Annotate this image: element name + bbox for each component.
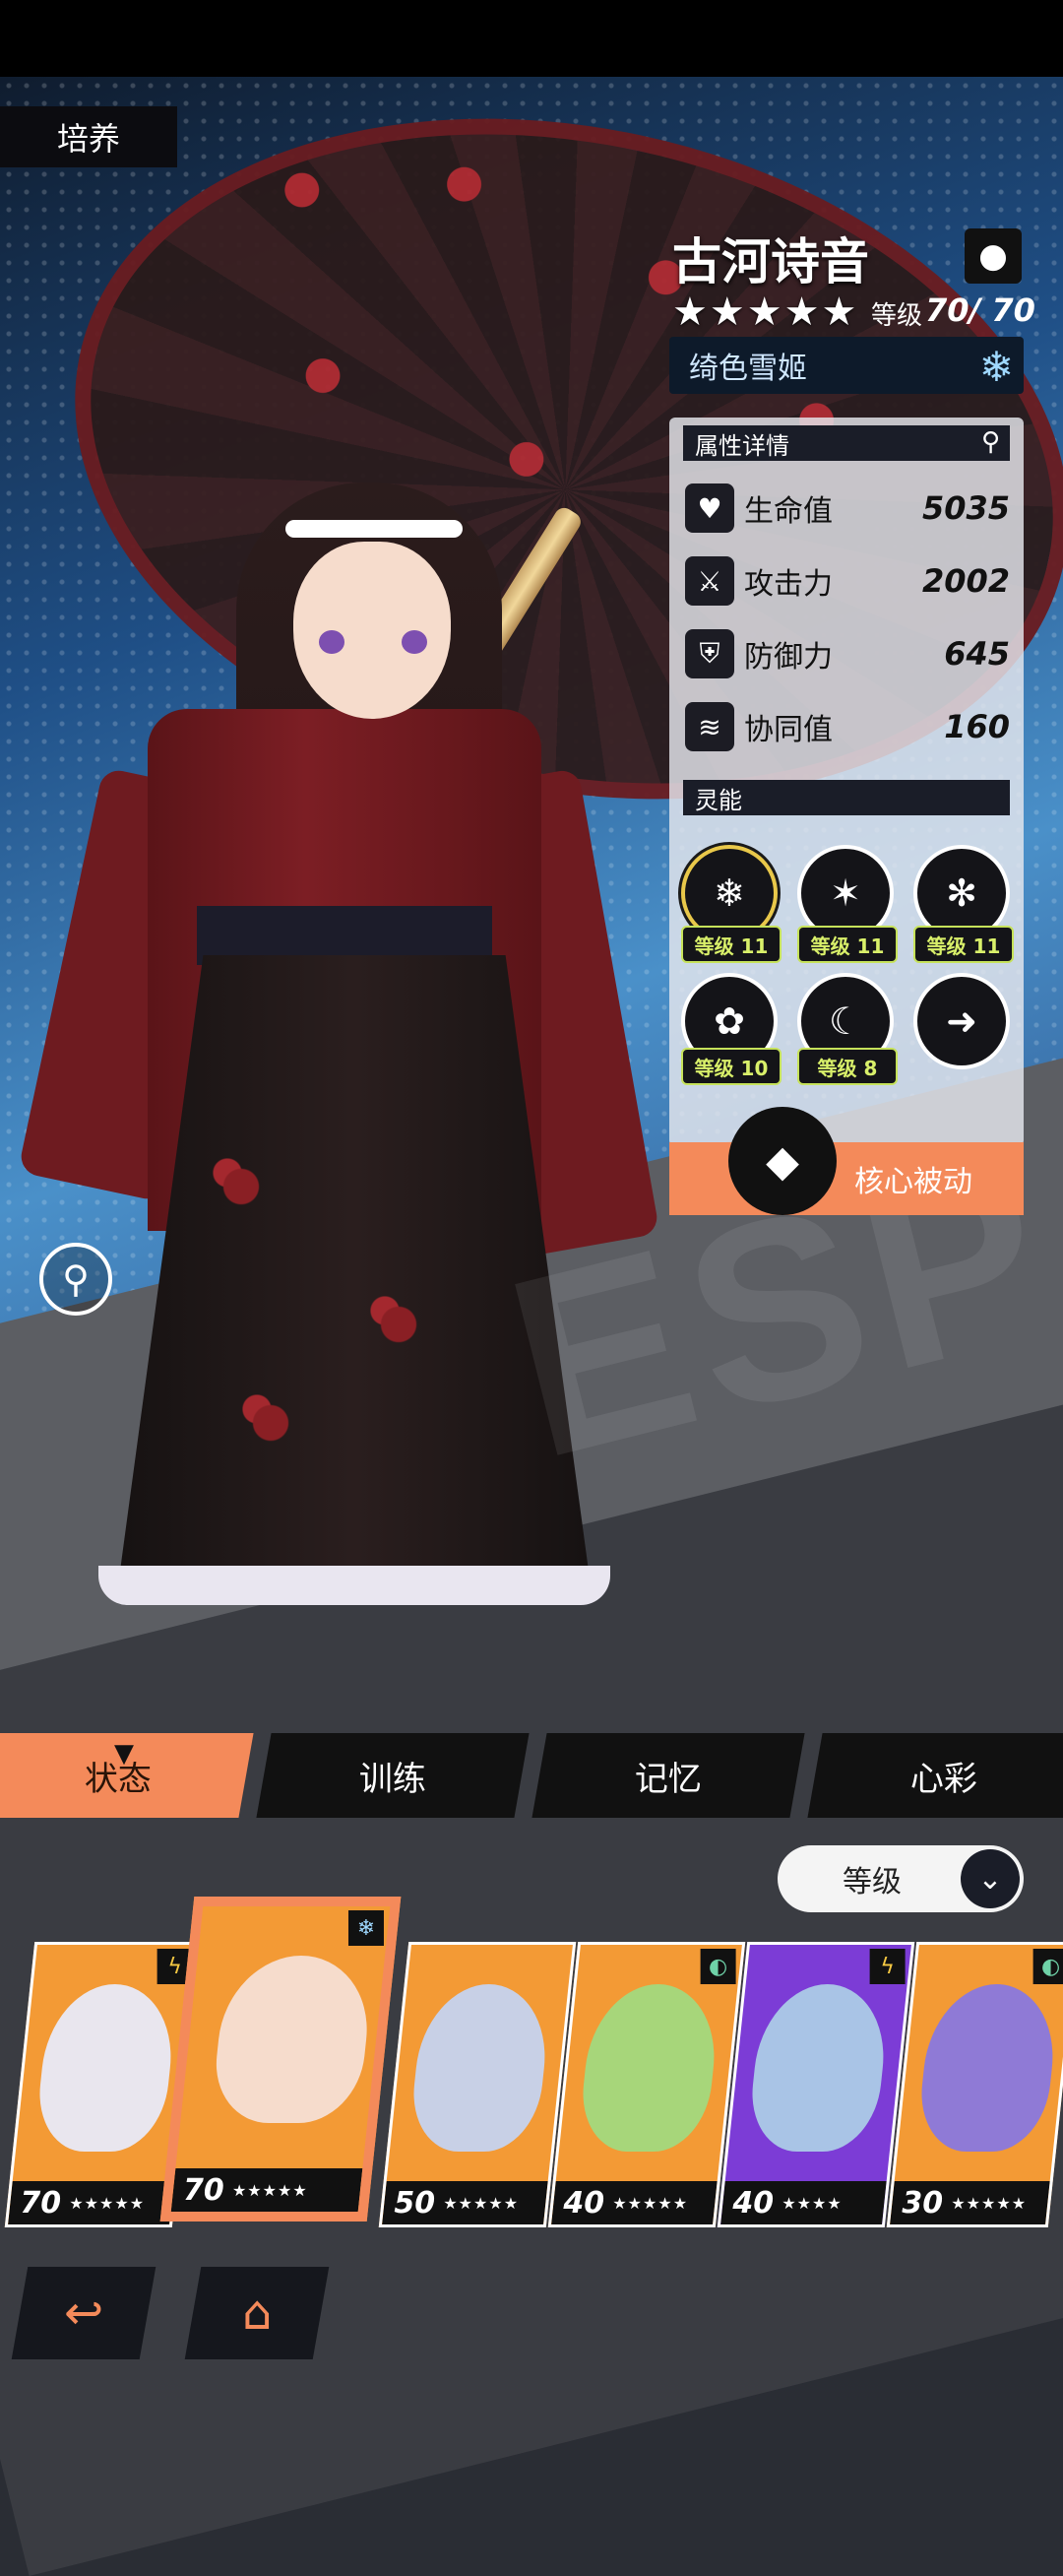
level-label: 等级 [871, 301, 923, 331]
search-icon[interactable]: ⚲ [981, 427, 1000, 457]
skill-level: 等级 11 [913, 926, 1014, 963]
card-stars: ★★★★★ [443, 2193, 519, 2213]
skill-level: 等级 11 [797, 926, 898, 963]
core-passive-label: 核心被动 [854, 1165, 972, 1199]
card-level-bar: 30 ★★★★★ [890, 2181, 1050, 2224]
tab-label: 训练 [359, 1759, 426, 1799]
stat-label: 协同值 [744, 713, 833, 747]
back-arrow-icon: ↩ [63, 2286, 104, 2341]
tab-label: 记忆 [635, 1759, 702, 1799]
card-stars: ★★★★ [782, 2193, 843, 2213]
wind-icon: ◐ [1032, 1949, 1063, 1984]
card-level-bar: 40 ★★★★★ [551, 2181, 718, 2224]
bomb-icon: ● [965, 228, 1022, 284]
stat-value: 5035 [921, 489, 1010, 527]
sort-label: 等级 [843, 1865, 902, 1900]
home-icon: ⌂ [241, 2286, 273, 2341]
card-stars: ★★★★★ [951, 2193, 1027, 2213]
status-bar [0, 0, 1063, 77]
character-name: 古河诗音 [672, 233, 869, 290]
tab-memory[interactable]: 记忆 [532, 1733, 805, 1818]
card-level: 40 [732, 2185, 775, 2221]
character-portrait [576, 1984, 722, 2152]
stat-row-attack: ⚔ 攻击力 2002 [685, 551, 1010, 611]
stats-panel: 属性详情 ⚲ ♥ 生命值 5035 ⚔ 攻击力 2002 ⛨ 防御力 645 ≋… [669, 418, 1024, 1146]
card-level: 50 [394, 2185, 436, 2221]
stat-row-synergy: ≋ 协同值 160 [685, 697, 1010, 756]
zoom-icon[interactable]: ⚲ [39, 1243, 112, 1316]
card-level-bar: 50 ★★★★★ [382, 2181, 548, 2224]
tab-label: 心彩 [910, 1759, 977, 1799]
skill-level: 等级 8 [797, 1048, 898, 1085]
card-level: 30 [902, 2185, 944, 2221]
sword-icon: ⚔ [685, 556, 734, 606]
character-portrait [745, 1984, 892, 2152]
stats-header-label: 属性详情 [695, 431, 789, 460]
card-level-bar: 70 ★★★★★ [8, 2181, 174, 2224]
character-portrait [914, 1984, 1061, 2152]
lightning-icon: ϟ [869, 1949, 906, 1984]
snowflake-icon: ❄ [978, 343, 1014, 391]
character-illustration [17, 483, 660, 1763]
crystal-cluster-icon[interactable]: ◆ [728, 1107, 837, 1215]
wave-icon: ≋ [685, 702, 734, 751]
card-stars: ★★★★★ [69, 2193, 145, 2213]
chevron-down-icon: ⌄ [961, 1849, 1020, 1908]
level-value: 70/ 70 [925, 291, 1035, 329]
wind-icon: ◐ [700, 1949, 736, 1984]
tab-bar: 状态 训练 记忆 心彩 [0, 1733, 1063, 1818]
skill-dash-figure-icon[interactable]: ➜ [913, 973, 1010, 1069]
card-stars: ★★★★★ [612, 2193, 688, 2213]
card-level: 70 [183, 2172, 224, 2208]
roster-card[interactable]: ϟ 40 ★★★★ [717, 1942, 915, 2227]
stat-row-hp: ♥ 生命值 5035 [685, 479, 1010, 538]
character-title: 绮色雪姬 [689, 352, 807, 386]
stat-value: 160 [944, 708, 1010, 745]
stat-value: 645 [944, 635, 1010, 673]
roster-card-selected[interactable]: ❄ 70 ★★★★★ [159, 1897, 402, 2222]
character-portrait [406, 1984, 553, 2152]
stat-label: 生命值 [744, 494, 833, 529]
card-level: 70 [20, 2185, 62, 2221]
card-level: 40 [563, 2185, 605, 2221]
stats-header[interactable]: 属性详情 ⚲ [683, 425, 1010, 461]
home-button[interactable]: ⌂ [184, 2267, 330, 2359]
tab-indicator-icon: ▼ [114, 1739, 134, 1769]
heart-pulse-icon: ♥ [685, 483, 734, 533]
core-passive-button[interactable]: 核心被动 [669, 1142, 1024, 1215]
sort-dropdown[interactable]: 等级 ⌄ [778, 1845, 1024, 1912]
character-title-bar: 绮色雪姬 ❄ [669, 337, 1024, 394]
card-level-bar: 40 ★★★★ [720, 2181, 887, 2224]
shield-icon: ⛨ [685, 629, 734, 678]
psi-header: 灵能 [683, 780, 1010, 815]
tab-training[interactable]: 训练 [256, 1733, 530, 1818]
character-stars: ★★★★★ [672, 290, 859, 335]
card-stars: ★★★★★ [231, 2180, 308, 2200]
back-button[interactable]: ↩ [11, 2267, 156, 2359]
roster-card[interactable]: ◐ 40 ★★★★★ [547, 1942, 746, 2227]
character-portrait [210, 1956, 376, 2123]
card-level-bar: 70 ★★★★★ [170, 2168, 363, 2212]
stat-label: 防御力 [744, 640, 833, 675]
psi-header-label: 灵能 [695, 786, 742, 814]
snowflake-icon: ❄ [347, 1910, 384, 1946]
stat-row-defense: ⛨ 防御力 645 [685, 624, 1010, 683]
roster-card[interactable]: 50 ★★★★★ [378, 1942, 577, 2227]
stat-value: 2002 [921, 562, 1010, 600]
tab-heart-color[interactable]: 心彩 [807, 1733, 1063, 1818]
skill-level: 等级 10 [681, 1048, 782, 1085]
skill-level: 等级 11 [681, 926, 782, 963]
stat-label: 攻击力 [744, 567, 833, 602]
character-portrait [32, 1984, 179, 2152]
section-tag: 培养 [0, 106, 177, 167]
roster-card[interactable]: ◐ 30 ★★★★★ [886, 1942, 1063, 2227]
